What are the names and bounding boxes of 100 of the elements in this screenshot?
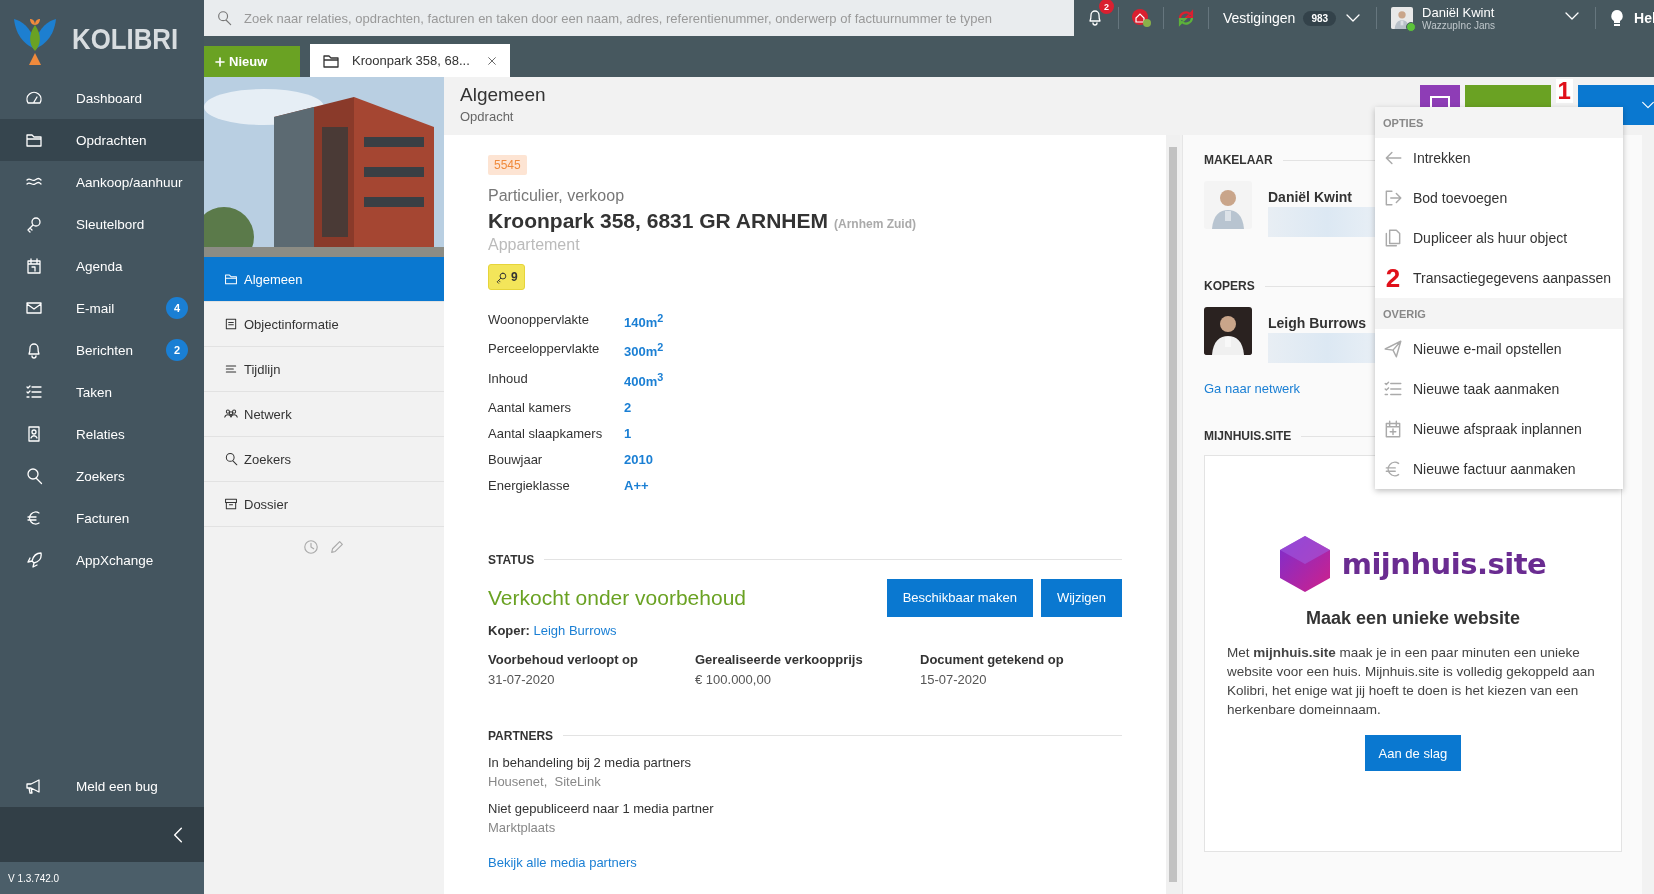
person-name: Leigh Burrows <box>1268 315 1367 331</box>
sidebar-item[interactable]: E-mail 4 <box>0 287 204 329</box>
folder-icon <box>25 131 43 149</box>
section-heading: KOPERS <box>1204 279 1255 293</box>
fact-value: 31-07-2020 <box>488 672 556 687</box>
spec-value: A++ <box>624 478 650 493</box>
list-icon <box>224 317 238 331</box>
branches-dropdown[interactable]: Vestigingen 983 <box>1209 9 1377 27</box>
search-icon <box>216 10 232 26</box>
spec-label: Energieklasse <box>488 478 571 493</box>
sidebar-item[interactable]: Agenda <box>0 245 204 287</box>
key-count-badge: 9 <box>488 264 525 290</box>
folder-icon <box>224 272 238 286</box>
object-type: Appartement <box>488 236 581 254</box>
annotation-number: 1 <box>1555 79 1573 103</box>
section-heading: STATUS <box>488 553 535 567</box>
person-name: Daniël Kwint <box>1268 189 1353 205</box>
spec-label: Bouwjaar <box>488 452 544 467</box>
section-heading: PARTNERS <box>488 729 554 743</box>
spec-label: Perceeloppervlakte <box>488 341 601 359</box>
menu-item[interactable]: Nieuwe factuur aanmaken <box>1375 449 1623 489</box>
menu-heading: OPTIES <box>1383 116 1424 129</box>
sidebar-item[interactable]: Zoekers <box>0 455 204 497</box>
status-button[interactable]: Wijzigen <box>1040 579 1122 617</box>
menu-item[interactable]: 2 Transactiegegevens aanpassen <box>1375 258 1623 298</box>
document-tab[interactable]: Kroonpark 358, 68... <box>310 44 510 77</box>
spec-value: 1 <box>624 426 633 441</box>
key-icon <box>495 270 508 284</box>
sidebar-item[interactable]: Facturen <box>0 497 204 539</box>
sidebar-item[interactable]: Aankoop/aanhuur <box>0 161 204 203</box>
menu-item[interactable]: Dupliceer als huur object <box>1375 218 1623 258</box>
partner-status: Niet gepubliceerd naar 1 media partner <box>488 801 715 816</box>
count-badge: 4 <box>166 297 188 319</box>
spec-label: Aantal kamers <box>488 400 573 415</box>
logo-text: KOLIBRI <box>72 21 179 56</box>
buyer-link[interactable]: Leigh Burrows <box>533 623 617 638</box>
menu-item[interactable]: Intrekken <box>1375 138 1623 178</box>
sidebar-item[interactable]: Opdrachten <box>0 119 204 161</box>
promo-title: Maak een unieke website <box>1305 608 1520 629</box>
partner-names: Housenet, SiteLink <box>488 774 602 789</box>
count-badge: 983 <box>1303 10 1337 26</box>
fact-label: Document getekend op <box>920 652 1065 667</box>
sidebar-item[interactable]: AppXchange <box>0 539 204 581</box>
spec-value: 2010 <box>624 452 654 467</box>
checklist-icon <box>25 383 43 401</box>
megaphone-icon <box>25 777 43 795</box>
sidebar-item[interactable]: Meld een bug <box>0 765 204 807</box>
sidebar-item[interactable]: Taken <box>0 371 204 413</box>
fact-label: Voorbehoud verloopt op <box>488 652 639 667</box>
key-icon <box>25 215 43 233</box>
logo-text: mijnhuis.site <box>1341 547 1547 581</box>
menu-heading: OVERIG <box>1383 307 1426 320</box>
hexagon-logo-icon <box>1279 536 1330 592</box>
network-link[interactable]: Ga naar netwerk <box>1204 381 1301 396</box>
id-badge: 5545 <box>488 155 527 175</box>
sidebar-item[interactable]: Dashboard <box>0 77 204 119</box>
bell-icon[interactable] <box>1086 8 1104 26</box>
spec-label: Aantal slaapkamers <box>488 426 604 441</box>
version-label: V 1.3.742.0 <box>8 872 60 884</box>
district-label: (Arnhem Zuid) <box>834 217 916 231</box>
notification-badge: 2 <box>1099 0 1114 14</box>
sidebar-item[interactable]: Relaties <box>0 413 204 455</box>
promo-text: Met mijnhuis.site maak je in een paar minuten een unieke website voor een huis. Mijnhuis.site is volledig gekoppeld aan Kolibri, het enige wat jij hoeft te doen is het kiezen van een herkenbare domeinnaam. <box>1227 644 1596 719</box>
spec-value: 140m$^{2}$ <box>624 312 665 331</box>
export-icon <box>1383 188 1403 208</box>
status-value: Verkocht onder voorbehoud <box>488 586 747 610</box>
mail-icon <box>25 299 43 317</box>
spec-value: 2 <box>624 400 633 415</box>
refresh-icon[interactable] <box>1176 8 1196 28</box>
sidebar-item[interactable]: Sleutelbord <box>0 203 204 245</box>
house-icon[interactable] <box>1131 8 1151 28</box>
status-button[interactable]: Beschikbaar maken <box>886 579 1033 617</box>
bell-icon <box>25 341 43 359</box>
people-icon <box>224 407 238 421</box>
buyer-label: Koper: <box>488 623 530 638</box>
rocket-icon <box>25 551 43 569</box>
menu-item[interactable]: Nieuwe e-mail opstellen <box>1375 329 1623 369</box>
send-icon <box>1383 339 1403 359</box>
menu-item[interactable]: Nieuwe afspraak inplannen <box>1375 409 1623 449</box>
user-name: Daniël Kwint <box>1422 5 1496 20</box>
calendar-plus-icon <box>1383 419 1403 439</box>
start-button[interactable]: Aan de slag <box>1364 735 1462 771</box>
spec-value: 400m$^{3}$ <box>624 370 665 389</box>
object-address: Kroonpark 358, 6831 GR ARNHEM <box>488 209 828 233</box>
section-heading: MIJNHUIS.SITE <box>1204 429 1292 443</box>
close-icon[interactable] <box>486 54 498 67</box>
fact-value: € 100.000,00 <box>695 672 772 687</box>
menu-item[interactable]: Nieuwe taak aanmaken <box>1375 369 1623 409</box>
partners-link[interactable]: Bekijk alle media partners <box>488 855 637 870</box>
fact-value: 15-07-2020 <box>920 672 988 687</box>
timeline-icon <box>224 362 238 376</box>
partner-names: Marktplaats <box>488 820 557 835</box>
count-badge: 2 <box>166 339 188 361</box>
menu-item[interactable]: Bod toevoegen <box>1375 178 1623 218</box>
sidebar-item[interactable]: Berichten 2 <box>0 329 204 371</box>
object-category: Particulier, verkoop <box>488 187 626 205</box>
gauge-icon <box>25 89 43 107</box>
spec-value: 300m$^{2}$ <box>624 341 665 360</box>
copy-icon <box>1383 228 1403 248</box>
fact-label: Gerealiseerde verkoopprijs <box>695 652 864 667</box>
